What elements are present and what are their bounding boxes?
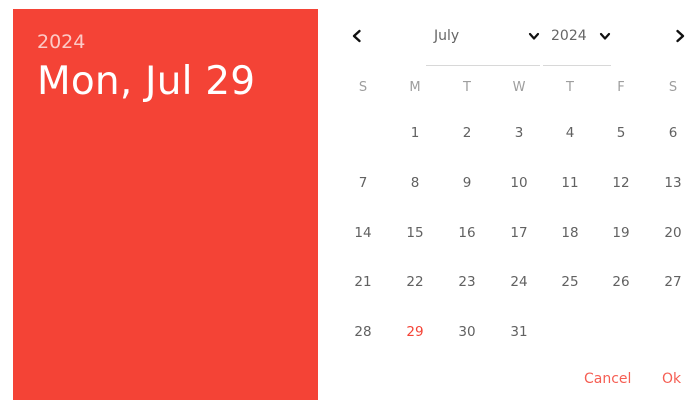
year-select-underline	[543, 65, 611, 66]
day-cell[interactable]: 22	[395, 270, 435, 294]
previous-month-button[interactable]	[344, 22, 370, 50]
day-cell[interactable]: 30	[447, 320, 487, 344]
month-select[interactable]: July	[426, 22, 540, 50]
day-cell[interactable]: 9	[447, 171, 487, 195]
header-date[interactable]: Mon, Jul 29	[37, 57, 294, 107]
day-cell[interactable]: 11	[550, 171, 590, 195]
day-cell[interactable]: 13	[653, 171, 689, 195]
day-cell[interactable]: 17	[499, 221, 539, 245]
year-select[interactable]: 2024	[543, 22, 611, 50]
chevron-left-icon	[352, 29, 361, 43]
weekday-friday: F	[617, 80, 625, 95]
weekday-thursday: T	[566, 80, 574, 95]
chevron-down-icon	[599, 32, 611, 40]
year-select-value: 2024	[551, 28, 587, 44]
day-cell[interactable]: 12	[601, 171, 641, 195]
day-cell[interactable]: 27	[653, 270, 689, 294]
cancel-button[interactable]: Cancel	[584, 367, 631, 391]
day-cell[interactable]: 20	[653, 221, 689, 245]
day-cell[interactable]: 7	[343, 171, 383, 195]
day-cell[interactable]: 2	[447, 121, 487, 145]
day-cell[interactable]: 5	[601, 121, 641, 145]
day-cell[interactable]: 4	[550, 121, 590, 145]
chevron-right-icon	[676, 29, 685, 43]
chevron-down-icon	[528, 32, 540, 40]
next-month-button[interactable]	[667, 22, 689, 50]
ok-button[interactable]: Ok	[662, 367, 681, 391]
weekday-monday: M	[409, 80, 421, 95]
weekday-wednesday: W	[512, 80, 526, 95]
day-cell[interactable]: 19	[601, 221, 641, 245]
day-cell[interactable]: 21	[343, 270, 383, 294]
weekday-sunday: S	[358, 80, 368, 95]
day-cell[interactable]: 31	[499, 320, 539, 344]
day-cell[interactable]: 8	[395, 171, 435, 195]
day-cell[interactable]: 15	[395, 221, 435, 245]
weekday-saturday: S	[668, 80, 678, 95]
day-cell[interactable]: 10	[499, 171, 539, 195]
month-select-value: July	[434, 28, 460, 44]
header-year[interactable]: 2024	[37, 29, 294, 55]
day-cell[interactable]: 28	[343, 320, 383, 344]
day-cell[interactable]: 3	[499, 121, 539, 145]
weekday-tuesday: T	[463, 80, 471, 95]
month-select-underline	[426, 65, 540, 66]
day-cell[interactable]: 1	[395, 121, 435, 145]
day-cell[interactable]: 23	[447, 270, 487, 294]
day-cell[interactable]: 26	[601, 270, 641, 294]
day-cell[interactable]: 6	[653, 121, 689, 145]
day-cell[interactable]: 14	[343, 221, 383, 245]
day-cell[interactable]: 24	[499, 270, 539, 294]
day-cell-selected[interactable]: 29	[395, 320, 435, 344]
day-cell[interactable]: 16	[447, 221, 487, 245]
day-cell[interactable]: 18	[550, 221, 590, 245]
day-cell[interactable]: 25	[550, 270, 590, 294]
date-header: 2024 Mon, Jul 29	[13, 9, 318, 400]
